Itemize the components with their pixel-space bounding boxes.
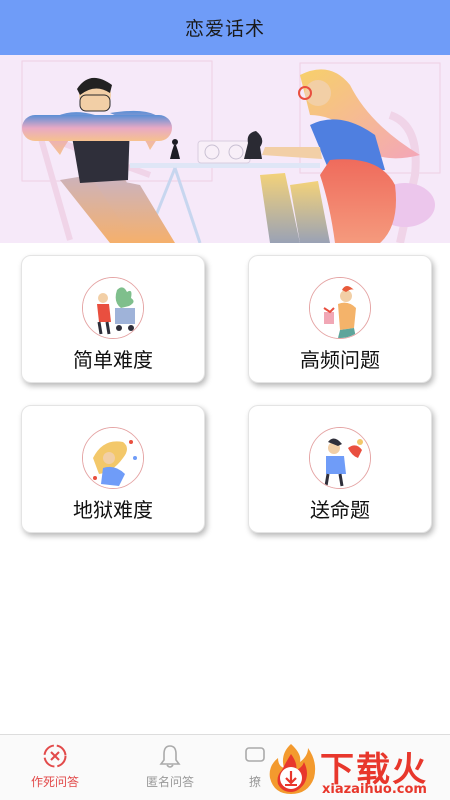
circle-x-icon [43,744,67,768]
watermark-url: xiazaihuo.com [322,782,427,797]
bell-icon [159,745,181,768]
tab-death-qa[interactable]: 作死问答 [10,743,100,790]
flame-download-icon [269,744,316,794]
tab-anonymous-qa[interactable]: 匿名问答 [125,743,215,790]
category-card-frequent[interactable]: 高频问题 [248,255,432,383]
tab-label-flirt: 撩 [248,775,261,789]
card-label-fatal: 送命题 [310,498,370,522]
title-bar: 恋爱话术 [0,0,450,55]
watermark-logo: 下载火 xiazaihuo.com [262,738,450,800]
category-card-easy[interactable]: 简单难度 [21,255,205,383]
hell-illustration-icon [82,427,144,489]
tab-label-anonymous-qa: 匿名问答 [145,775,194,789]
page-title: 恋爱话术 [184,18,265,40]
card-label-easy: 简单难度 [73,348,153,372]
easy-illustration-icon [82,277,144,339]
hero-banner [0,55,450,243]
frequent-illustration-icon [309,277,371,339]
category-card-hell[interactable]: 地狱难度 [21,405,205,533]
tab-label-death-qa: 作死问答 [30,775,79,789]
fatal-illustration-icon [309,427,371,489]
card-label-hell: 地狱难度 [73,498,153,522]
card-label-frequent: 高频问题 [300,348,380,372]
chess-couple-illustration [0,55,450,243]
app-screen: 恋爱话术 简单难度 高频问题 地狱难度 送命题 作死问答 匿名问答 撩 下载火 … [0,0,450,800]
category-card-fatal[interactable]: 送命题 [248,405,432,533]
